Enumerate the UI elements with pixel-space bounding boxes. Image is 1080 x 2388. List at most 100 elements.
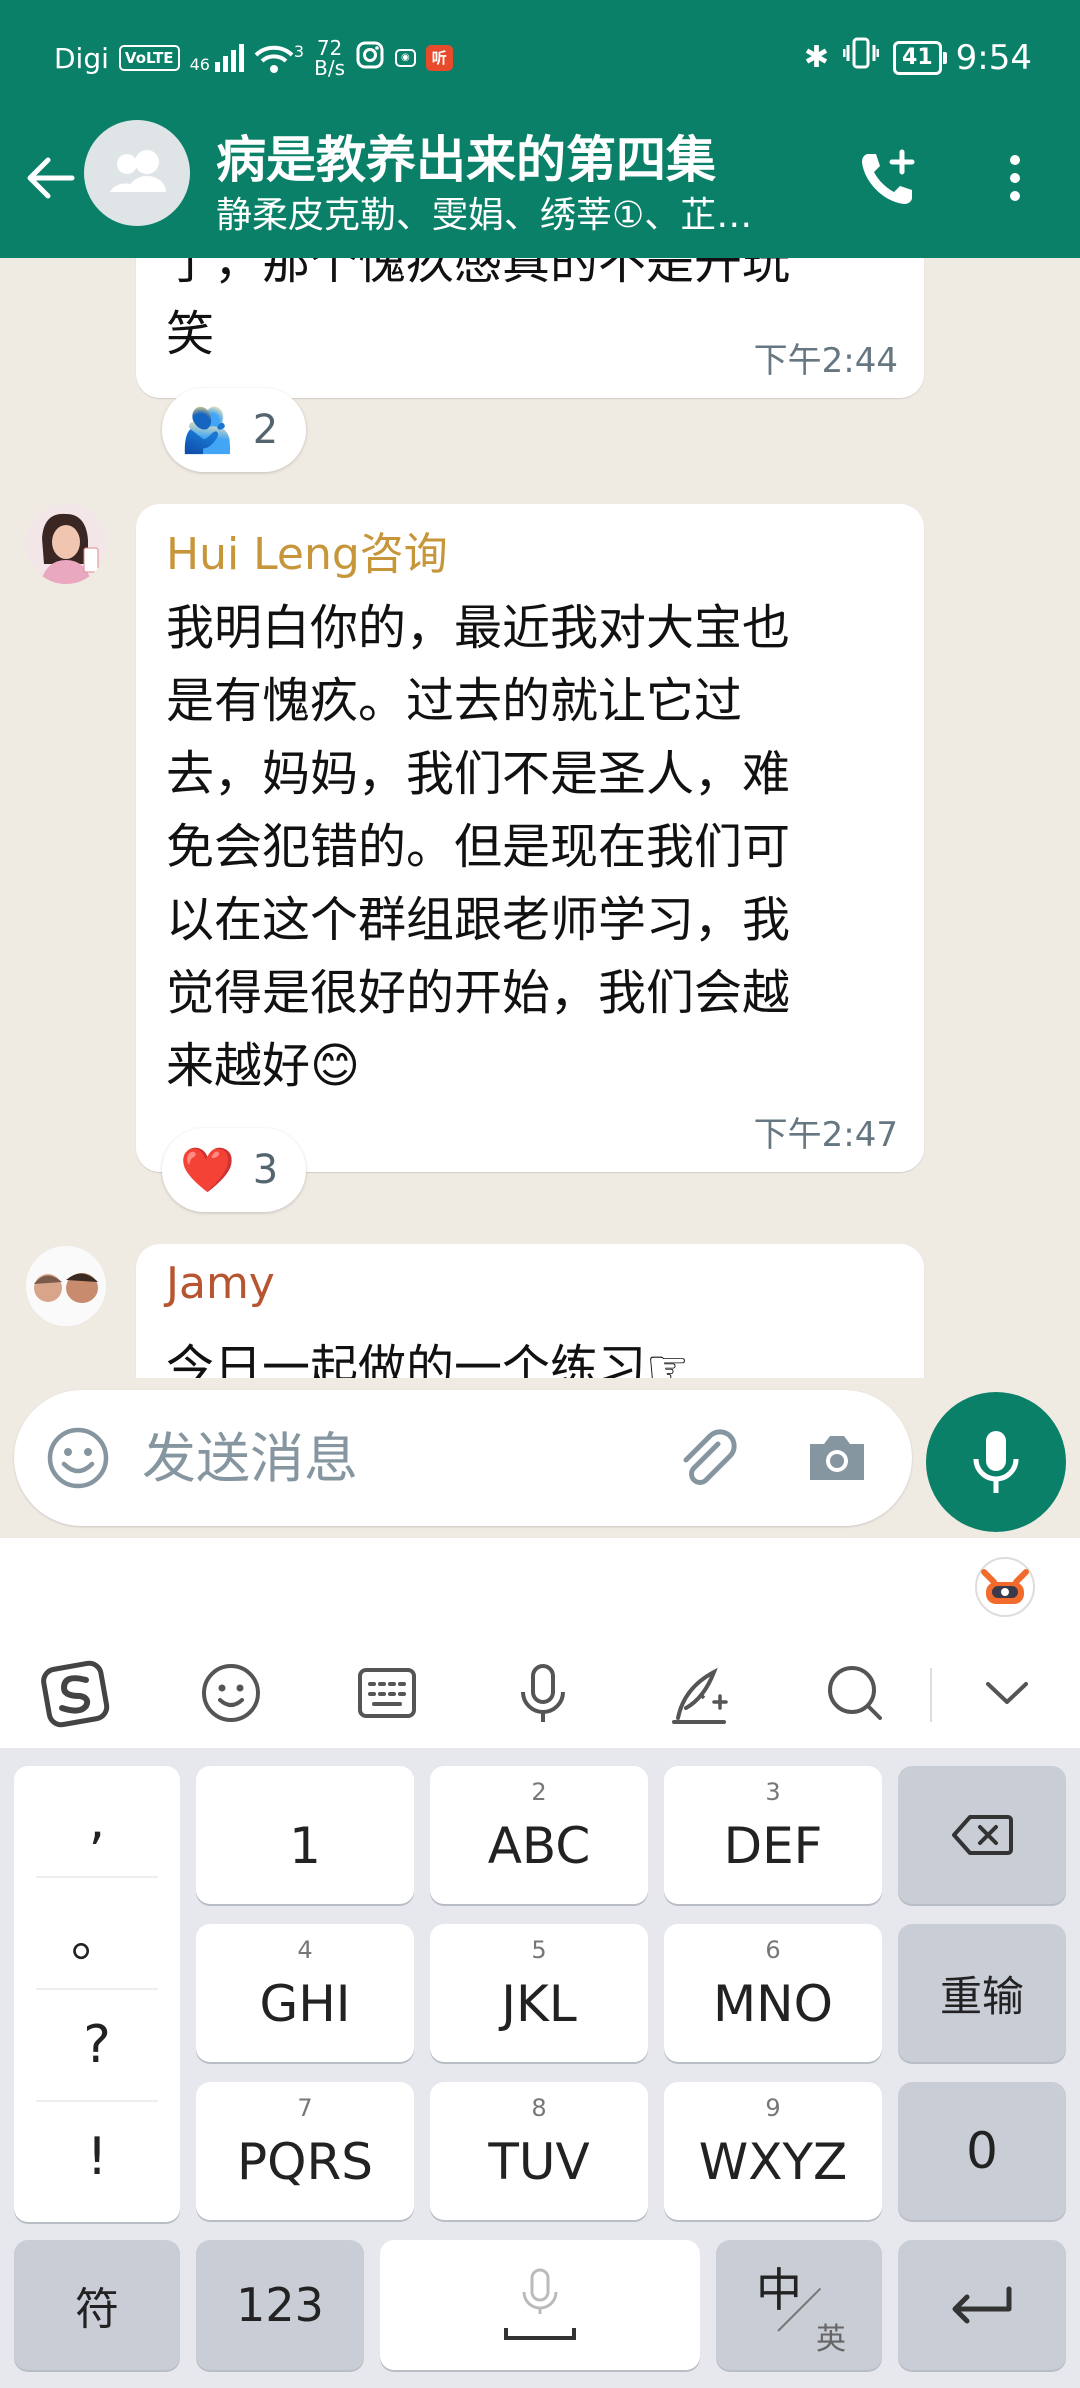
key-wxyz[interactable]: 9 WXYZ <box>664 2082 882 2220</box>
key-1[interactable]: 1 <box>196 1766 414 1904</box>
key-label: WXYZ <box>698 2133 848 2191</box>
message-line: 以在这个群组跟老师学习，我 <box>166 892 791 948</box>
collapse-keyboard-chevron-icon[interactable] <box>972 1658 1042 1728</box>
key-label: GHI <box>259 1975 351 2033</box>
more-options-icon[interactable] <box>1000 146 1030 210</box>
status-bar: Digi VoLTE 46 3 72 B/s ◉ 听 ✱ 41 9:54 <box>0 0 1080 120</box>
keyboard-toolbar-area <box>0 1538 1080 1748</box>
avatar[interactable] <box>26 1246 106 1326</box>
handwriting-ai-icon[interactable] <box>664 1658 734 1728</box>
chat-area[interactable]: 了，那个愧疚感真的不是开玩 笑 下午2:44 🫂 2 Hui Leng咨询 我明… <box>0 258 1080 1378</box>
language-switch-key[interactable]: 中 英 <box>716 2240 882 2370</box>
group-avatar[interactable] <box>84 120 190 226</box>
key-digit: 3 <box>765 1778 781 1806</box>
key-label: 符 <box>75 2284 119 2335</box>
key-label: 123 <box>236 2278 324 2332</box>
punct-key-exclamation[interactable]: ! <box>14 2102 180 2212</box>
reaction-count: 3 <box>252 1147 279 1193</box>
microphone-icon <box>973 1431 1019 1493</box>
message-input[interactable] <box>142 1418 662 1498</box>
instagram-icon <box>355 40 385 77</box>
bluetooth-icon: ✱ <box>803 40 830 75</box>
wifi-level: 3 <box>293 41 305 61</box>
key-ghi[interactable]: 4 GHI <box>196 1924 414 2062</box>
message-text: 今日一起做的一个练习☞ <box>166 1340 690 1378</box>
key-label: PQRS <box>237 2133 373 2191</box>
emoji-icon[interactable] <box>46 1426 110 1490</box>
net-speed-value: 72 <box>316 36 343 60</box>
numbers-key[interactable]: 123 <box>196 2240 364 2370</box>
wifi-icon: 3 <box>254 41 304 75</box>
reinput-key[interactable]: 重输 <box>898 1924 1066 2062</box>
message-line: 是有愧疚。过去的就让它过 <box>166 673 743 729</box>
key-tuv[interactable]: 8 TUV <box>430 2082 648 2220</box>
key-jkl[interactable]: 5 JKL <box>430 1924 648 2062</box>
clock: 9:54 <box>955 37 1032 78</box>
network-type: 46 <box>189 55 210 74</box>
key-digit: 2 <box>531 1778 547 1806</box>
group-people-icon <box>110 150 166 192</box>
key-def[interactable]: 3 DEF <box>664 1766 882 1904</box>
punct-key-question[interactable]: ? <box>14 1990 180 2100</box>
symbols-key[interactable]: 符 <box>14 2240 180 2370</box>
message-text: 了，那个愧疚感真的不是开玩 <box>166 258 791 290</box>
paperclip-icon[interactable] <box>670 1422 742 1494</box>
sender-name: Hui Leng咨询 <box>166 529 448 580</box>
key-label: JKL <box>501 1975 577 2033</box>
message-bubble[interactable]: 了，那个愧疚感真的不是开玩 笑 下午2:44 <box>136 258 924 398</box>
composer-pill <box>14 1390 912 1526</box>
key-pqrs[interactable]: 7 PQRS <box>196 2082 414 2220</box>
vibrate-icon <box>842 36 880 79</box>
keyboard-layout-icon[interactable] <box>352 1658 422 1728</box>
voice-input-icon[interactable] <box>508 1658 578 1728</box>
voice-record-button[interactable] <box>926 1392 1066 1532</box>
key-label-chinese: 中 <box>756 2263 802 2317</box>
message-line: 我明白你的，最近我对大宝也 <box>166 600 791 656</box>
key-label: ABC <box>487 1817 591 1875</box>
message-bubble[interactable]: Hui Leng咨询 我明白你的，最近我对大宝也 是有愧疚。过去的就让它过 去，… <box>136 504 924 1172</box>
ime-mascot-icon[interactable] <box>974 1556 1036 1618</box>
space-key[interactable] <box>380 2240 700 2370</box>
key-mno[interactable]: 6 MNO <box>664 1924 882 2062</box>
key-abc[interactable]: 2 ABC <box>430 1766 648 1904</box>
key-label: 重输 <box>939 1971 1024 2021</box>
punctuation-column[interactable]: , 。 ? ! <box>14 1766 180 2222</box>
composer-bar <box>0 1378 1080 1538</box>
backspace-key[interactable] <box>898 1766 1066 1904</box>
avatar[interactable] <box>26 504 106 584</box>
emoji-panel-icon[interactable] <box>196 1658 266 1728</box>
camera-icon[interactable] <box>804 1426 870 1490</box>
back-arrow-icon[interactable] <box>22 150 78 206</box>
message-time: 下午2:47 <box>753 1115 898 1155</box>
sender-name: Jamy <box>166 1258 275 1309</box>
app-notification-icon: ◉ <box>395 49 416 67</box>
search-icon[interactable] <box>820 1658 890 1728</box>
enter-arrow-icon <box>952 2286 1012 2324</box>
group-members[interactable]: 静柔皮克勒、雯娟、绣莘①、芷… <box>216 186 796 238</box>
group-title[interactable]: 病是教养出来的第四集 <box>216 120 716 192</box>
battery-indicator: 41 <box>893 40 947 75</box>
key-digit: 4 <box>297 1936 313 1964</box>
enter-key[interactable] <box>898 2240 1066 2370</box>
hug-emoji-icon: 🫂 <box>180 405 235 456</box>
key-label: 1 <box>289 1817 321 1875</box>
reaction-pill[interactable]: 🫂 2 <box>162 388 306 472</box>
sogou-logo-icon[interactable] <box>40 1658 110 1728</box>
message-line: 觉得是很好的开始，我们会越 <box>166 965 791 1021</box>
key-digit: 5 <box>531 1936 547 1964</box>
message-line: 来越好😊 <box>166 1038 361 1094</box>
add-call-icon[interactable] <box>856 146 920 210</box>
chat-header: 病是教养出来的第四集 静柔皮克勒、雯娟、绣莘①、芷… <box>0 120 1080 258</box>
punct-key-comma[interactable]: , <box>14 1766 180 1876</box>
ting-app-badge: 听 <box>425 45 453 71</box>
key-label: DEF <box>723 1817 823 1875</box>
key-label: 0 <box>966 2122 998 2180</box>
key-digit: 9 <box>765 2094 781 2122</box>
punct-key-period[interactable]: 。 <box>14 1878 180 1988</box>
key-0[interactable]: 0 <box>898 2082 1066 2220</box>
message-line: 免会犯错的。但是现在我们可 <box>166 819 791 875</box>
message-bubble[interactable]: Jamy 今日一起做的一个练习☞ <box>136 1244 924 1378</box>
reaction-pill[interactable]: ❤️ 3 <box>162 1128 306 1212</box>
heart-emoji-icon: ❤️ <box>180 1145 235 1196</box>
message-text: 笑 <box>166 306 215 362</box>
